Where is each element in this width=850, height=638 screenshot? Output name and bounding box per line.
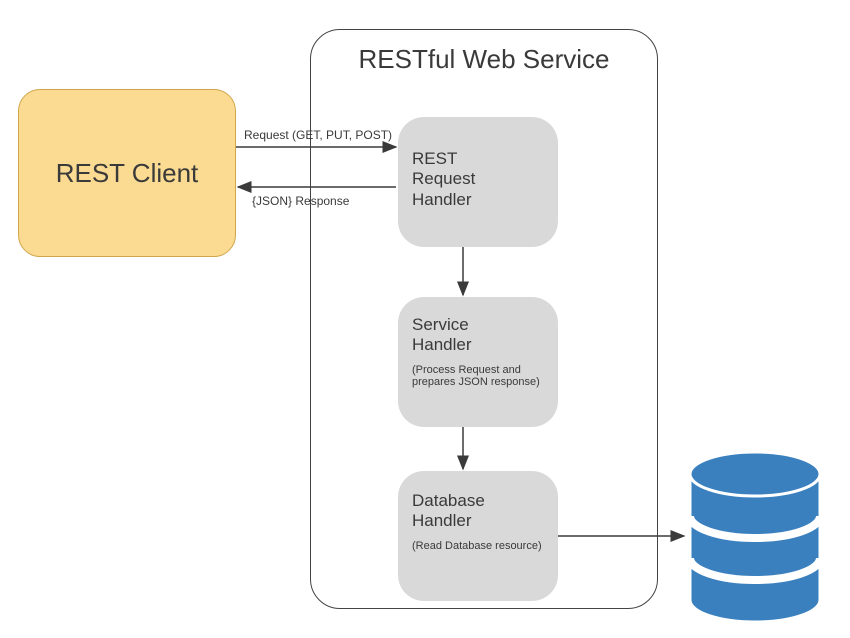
- service-handler-title-line2: Handler: [412, 335, 544, 355]
- request-arrow: [236, 140, 398, 154]
- response-arrow: [236, 180, 398, 194]
- service-handler-box: Service Handler (Process Request and pre…: [398, 297, 558, 427]
- rest-client-box: REST Client: [18, 89, 236, 257]
- database-handler-title-line1: Database: [412, 491, 544, 511]
- rest-client-label: REST Client: [56, 158, 199, 189]
- database-icon: [685, 452, 825, 627]
- arrow-req-to-svc: [456, 247, 470, 297]
- request-handler-title-line1: REST: [412, 149, 544, 169]
- response-arrow-label: {JSON} Response: [252, 194, 349, 208]
- service-title: RESTful Web Service: [311, 44, 657, 75]
- request-handler-title-line3: Handler: [412, 190, 544, 210]
- service-handler-title-line1: Service: [412, 315, 544, 335]
- service-handler-sub: (Process Request and prepares JSON respo…: [412, 364, 544, 388]
- database-handler-box: Database Handler (Read Database resource…: [398, 471, 558, 601]
- database-handler-sub: (Read Database resource): [412, 540, 544, 552]
- arrow-svc-to-db: [456, 427, 470, 471]
- database-handler-title-line2: Handler: [412, 511, 544, 531]
- request-handler-box: REST Request Handler: [398, 117, 558, 247]
- request-handler-title-line2: Request: [412, 169, 544, 189]
- arrow-db-to-database: [558, 529, 688, 543]
- rest-architecture-diagram: REST Client RESTful Web Service REST Req…: [0, 0, 850, 638]
